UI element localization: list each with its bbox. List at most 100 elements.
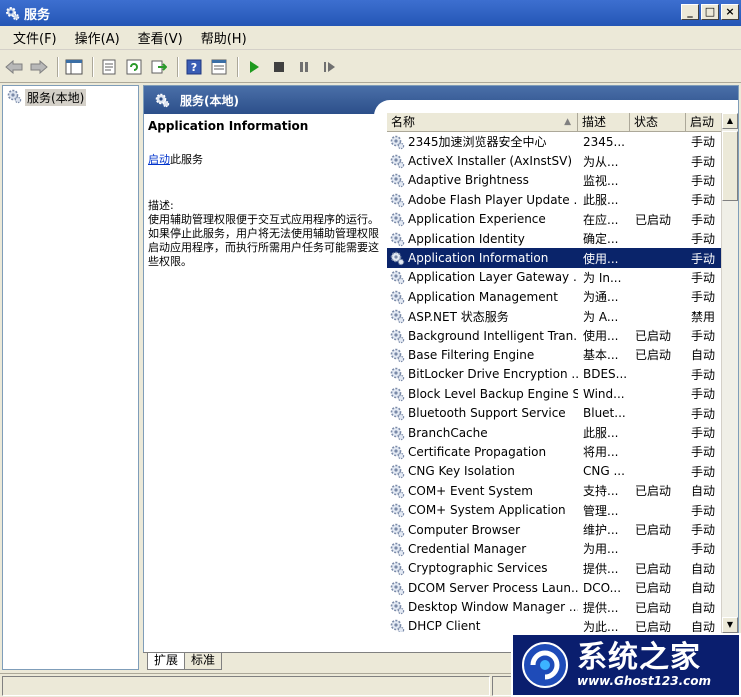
menu-help[interactable]: 帮助(H) (192, 28, 256, 47)
service-row[interactable]: DHCP Client 为此... 已启动 自动 (387, 617, 738, 632)
service-description: 为 In... (583, 270, 622, 285)
service-row[interactable]: CNG Key Isolation CNG ... 手动 (387, 462, 738, 481)
refresh-icon[interactable] (123, 56, 145, 78)
tab-extended[interactable]: 扩展 (147, 653, 186, 670)
restart-icon[interactable] (318, 56, 340, 78)
service-row[interactable]: Desktop Window Manager ... 提供... 已启动 自动 (387, 597, 738, 616)
service-row[interactable]: Computer Browser 维护... 已启动 手动 (387, 520, 738, 539)
vertical-scrollbar[interactable]: ▲ ▼ (721, 113, 738, 633)
service-startup-type: 手动 (691, 503, 716, 518)
service-startup-type: 手动 (691, 329, 716, 344)
service-startup-type: 手动 (691, 464, 716, 479)
service-gear-icon (389, 250, 405, 266)
service-row[interactable]: ASP.NET 状态服务 为 A... 禁用 (387, 307, 738, 326)
properties-icon[interactable] (98, 56, 120, 78)
service-name: DHCP Client (408, 619, 481, 632)
service-status: 已启动 (635, 329, 672, 344)
service-row[interactable]: Application Information 使用... 手动 (387, 248, 738, 268)
service-row[interactable]: Bluetooth Support Service Bluet... 手动 (387, 403, 738, 422)
service-name: Computer Browser (408, 522, 521, 537)
service-startup-type: 自动 (691, 581, 716, 596)
tree-item-label: 服务(本地) (25, 89, 87, 106)
service-description: 监视... (583, 173, 619, 188)
service-row[interactable]: Credential Manager 为用... 手动 (387, 539, 738, 558)
service-name-cell: Background Intelligent Tran... (387, 328, 578, 344)
service-startup-type: 手动 (691, 290, 716, 305)
service-row[interactable]: Application Management 为通... 手动 (387, 287, 738, 306)
help-icon[interactable]: ? (183, 56, 205, 78)
service-name: COM+ System Application (408, 503, 566, 518)
service-row[interactable]: BranchCache 此服... 手动 (387, 423, 738, 442)
service-gear-icon (389, 386, 405, 402)
service-description: 提供... (583, 600, 619, 615)
service-gear-icon (389, 599, 405, 615)
service-description: 为通... (583, 290, 619, 305)
service-description: 2345... (583, 134, 625, 149)
service-row[interactable]: DCOM Server Process Laun... DCO... 已启动 自动 (387, 578, 738, 597)
toolbar-separator (92, 56, 94, 77)
toolbar-separator (177, 56, 179, 77)
stop-icon[interactable] (268, 56, 290, 78)
view-icon[interactable] (208, 56, 230, 78)
service-row[interactable]: 2345加速浏览器安全中心 2345... 手动 (387, 132, 738, 151)
menu-file[interactable]: 文件(F) (4, 28, 66, 47)
menu-action[interactable]: 操作(A) (66, 28, 129, 47)
menu-view[interactable]: 查看(V) (129, 28, 192, 47)
service-gear-icon (389, 405, 405, 421)
status-segment (492, 676, 512, 696)
tree-item-services-local[interactable]: 服务(本地) (3, 86, 138, 109)
service-row[interactable]: ActiveX Installer (AxInstSV) 为从... 手动 (387, 151, 738, 170)
close-button[interactable]: × (721, 4, 739, 20)
service-gear-icon (389, 560, 405, 576)
service-name-cell: 2345加速浏览器安全中心 (387, 133, 578, 150)
service-row[interactable]: Application Identity 确定... 手动 (387, 229, 738, 248)
service-row[interactable]: Certificate Propagation 将用... 手动 (387, 442, 738, 461)
column-header-name[interactable]: 名称 ▲ (387, 113, 578, 131)
service-name-cell: Application Layer Gateway ... (387, 269, 578, 285)
service-row[interactable]: Background Intelligent Tran... 使用... 已启动 手动 (387, 326, 738, 345)
console-tree-icon[interactable] (63, 56, 85, 78)
service-row[interactable]: BitLocker Drive Encryption ... BDES... 手动 (387, 365, 738, 384)
pause-icon[interactable] (293, 56, 315, 78)
column-header-description[interactable]: 描述 (578, 113, 630, 131)
scroll-up-arrow-icon[interactable]: ▲ (722, 113, 738, 129)
service-row[interactable]: Adaptive Brightness 监视... 手动 (387, 171, 738, 190)
menu-bar: 文件(F) 操作(A) 查看(V) 帮助(H) (0, 26, 741, 50)
service-startup-type: 手动 (691, 426, 716, 441)
service-status: 已启动 (635, 523, 672, 537)
tab-standard[interactable]: 标准 (184, 653, 223, 670)
forward-icon[interactable] (28, 56, 50, 78)
minimize-button[interactable]: _ (681, 4, 699, 20)
back-icon[interactable] (3, 56, 25, 78)
service-row[interactable]: COM+ System Application 管理... 手动 (387, 500, 738, 519)
scroll-down-arrow-icon[interactable]: ▼ (722, 617, 738, 633)
service-name: Background Intelligent Tran... (408, 328, 578, 343)
service-row[interactable]: Cryptographic Services 提供... 已启动 自动 (387, 559, 738, 578)
toolbar-separator (237, 56, 239, 77)
column-header-status[interactable]: 状态 (630, 113, 686, 131)
service-row[interactable]: Base Filtering Engine 基本... 已启动 自动 (387, 345, 738, 364)
start-icon[interactable] (243, 56, 265, 78)
service-row[interactable]: Application Layer Gateway ... 为 In... 手动 (387, 268, 738, 287)
service-status: 已启动 (635, 581, 672, 596)
service-description: Bluet... (583, 406, 626, 421)
scrollbar-thumb[interactable] (722, 131, 738, 201)
export-icon[interactable] (148, 56, 170, 78)
service-name-cell: DHCP Client (387, 618, 578, 632)
service-startup-type: 手动 (691, 135, 716, 150)
service-gear-icon (389, 618, 405, 632)
service-row[interactable]: Adobe Flash Player Update ... 此服... 手动 (387, 190, 738, 209)
service-name-cell: COM+ System Application (387, 502, 578, 518)
service-row[interactable]: Block Level Backup Engine S... Wind... 手动 (387, 384, 738, 403)
service-row[interactable]: Application Experience 在应... 已启动 手动 (387, 210, 738, 229)
description-text: 使用辅助管理权限便于交互式应用程序的运行。如果停止此服务，用户将无法使用辅助管理… (148, 213, 379, 268)
service-description: 为从... (583, 154, 619, 169)
services-gear-icon (4, 5, 20, 21)
column-header-startup-type[interactable]: 启动 (686, 113, 720, 131)
service-details: Application Information 启动此服务 描述: 使用辅助管理… (148, 119, 380, 639)
service-name: BranchCache (408, 425, 488, 440)
start-service-link[interactable]: 启动 (148, 153, 170, 166)
service-row[interactable]: COM+ Event System 支持... 已启动 自动 (387, 481, 738, 500)
service-description: 确定... (583, 232, 619, 247)
maximize-button[interactable]: □ (701, 4, 719, 20)
